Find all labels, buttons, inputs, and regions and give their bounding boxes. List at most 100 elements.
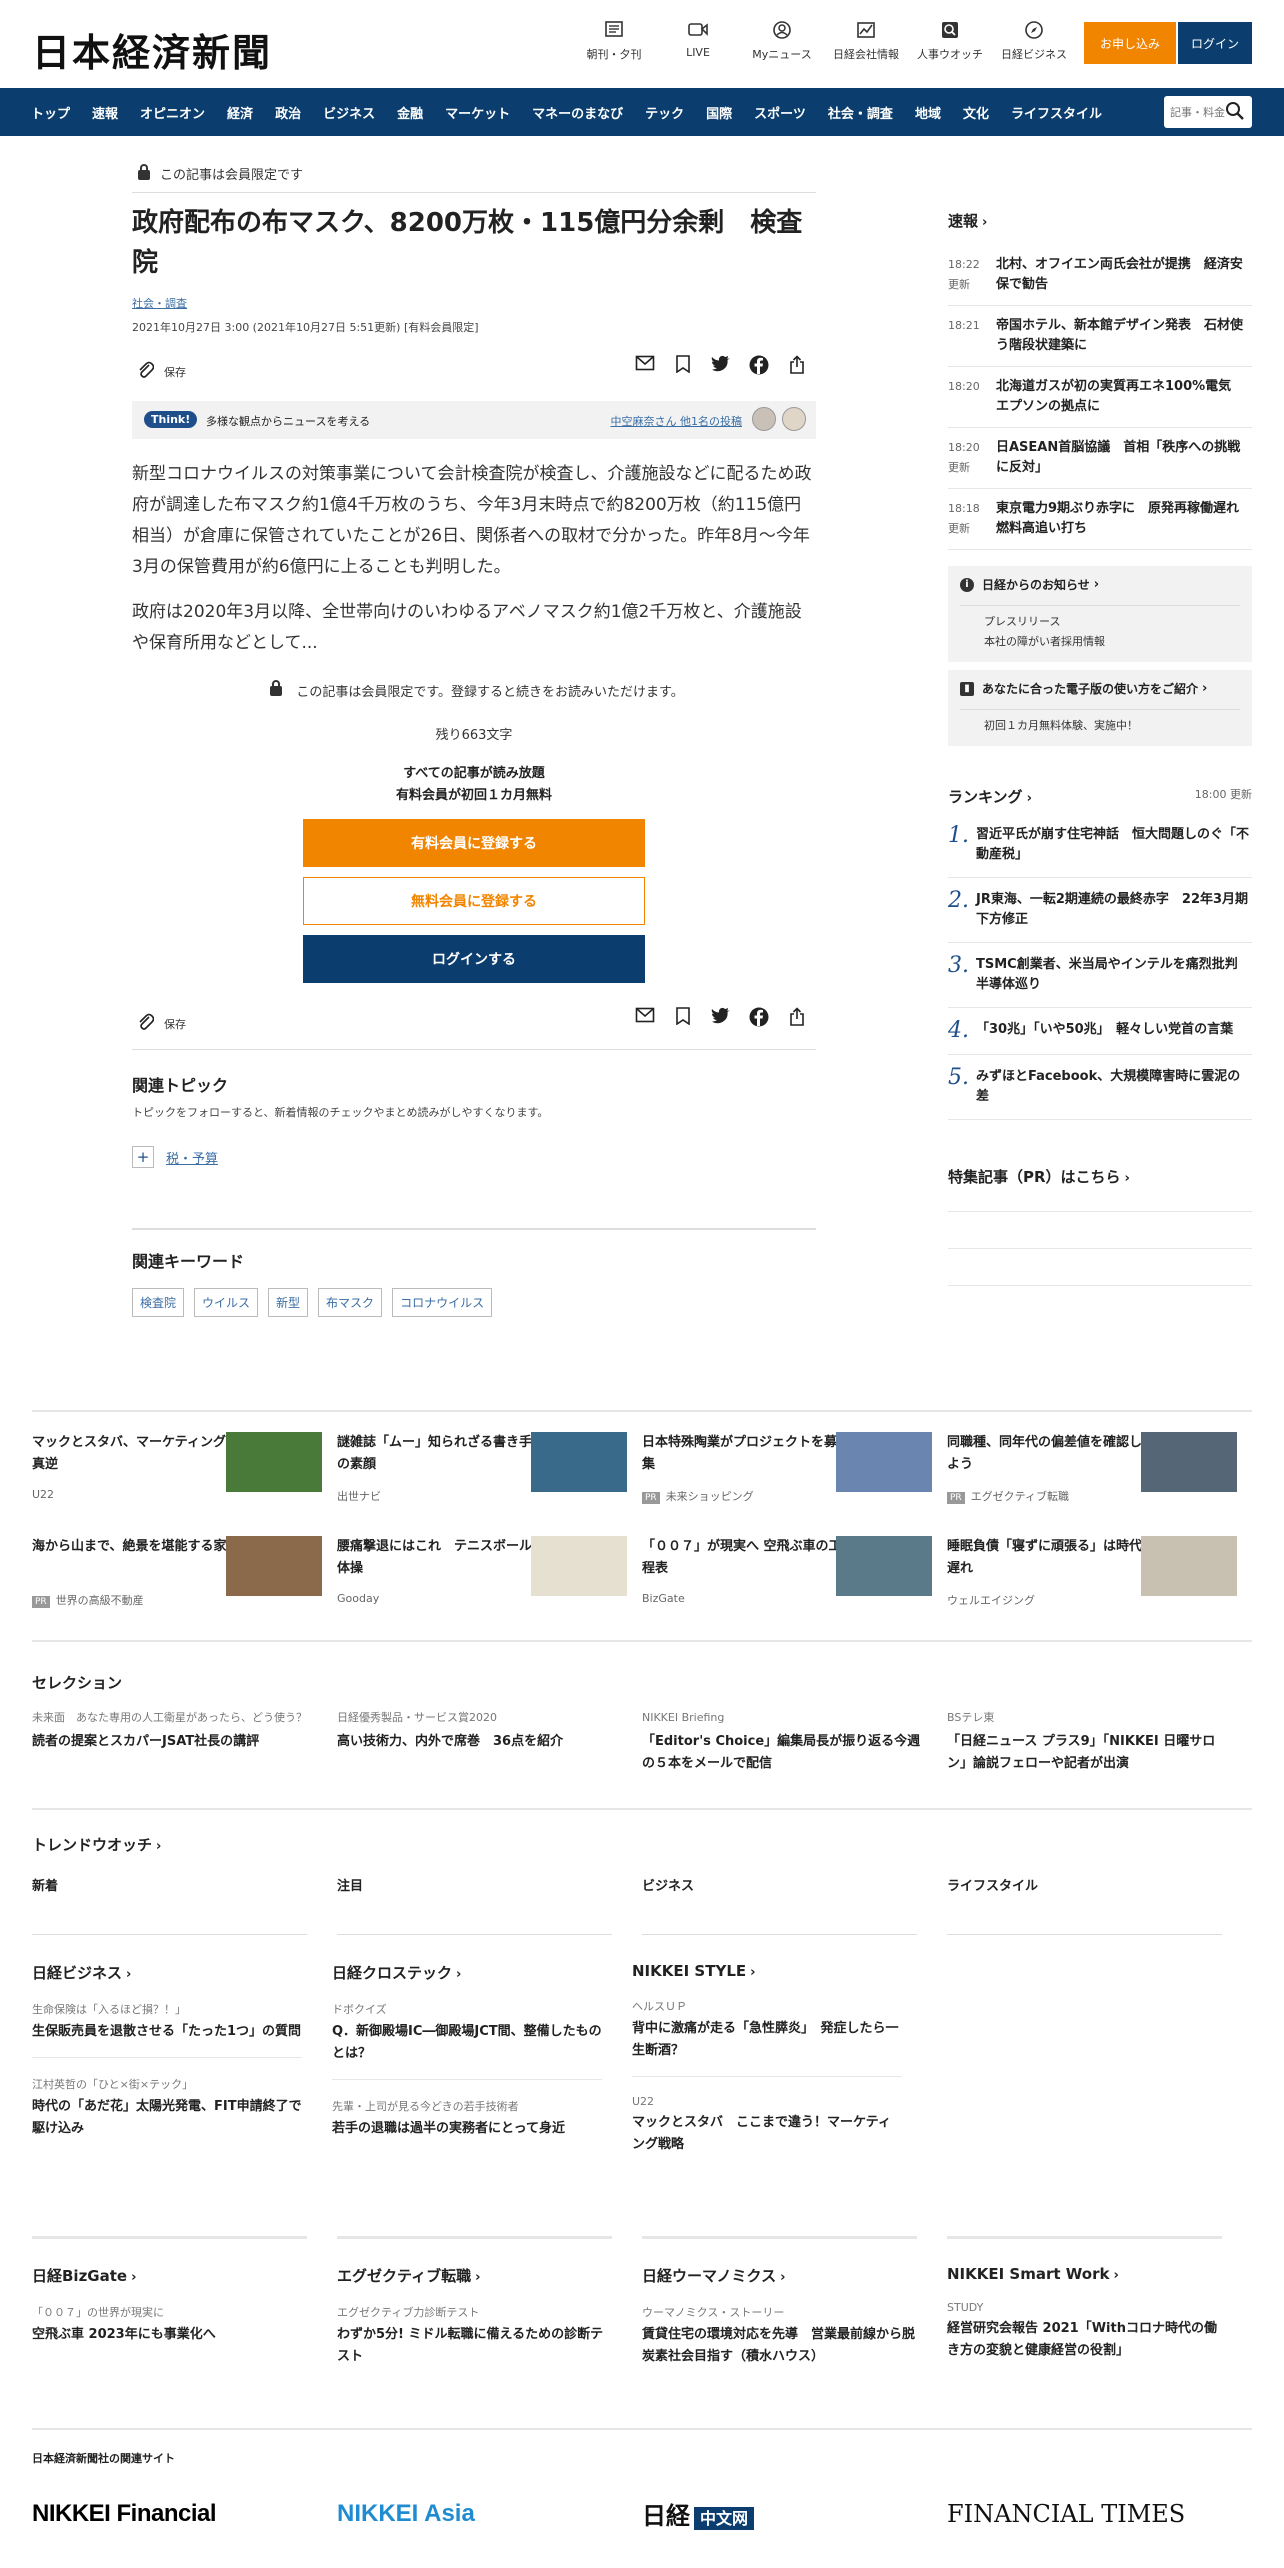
sokuho-heading[interactable]: 速報 › (948, 210, 1252, 231)
selection-item[interactable]: NIKKEI Briefing 「Editor's Choice」編集局長が振り返… (642, 1709, 947, 1775)
save-button[interactable]: 保存 (136, 1011, 186, 1036)
selection-item[interactable]: 未来面 あなた専用の人工衛星があったら、どう使う？ 読者の提案とスカパーJSAT社… (32, 1709, 337, 1775)
media-article-title[interactable]: 生保販売員を退散させる「たった1つ」の質問 (32, 2021, 302, 2043)
nikkei-chinese-logo[interactable]: 日経 中文网 (642, 2496, 947, 2531)
header-link-jinji[interactable]: 人事ウオッチ (908, 20, 992, 62)
bookmark-icon[interactable] (664, 1007, 702, 1032)
topic-link[interactable]: 税・予算 (166, 1148, 218, 1167)
ad-card[interactable]: 腰痛撃退にはこれ テニスボール体操 Gooday (337, 1536, 642, 1622)
news-item[interactable]: 18:22 更新 北村、オフイエン両氏会社が提携 経済安保で勧告 (948, 245, 1252, 306)
site-logo[interactable]: 日本経済新聞 (32, 22, 272, 77)
keyword-tag[interactable]: 布マスク (318, 1288, 383, 1317)
digital-heading[interactable]: ▮ あなたに合った電子版の使い方をご紹介 › (960, 680, 1240, 697)
nav-search[interactable] (1164, 96, 1252, 128)
twitter-icon[interactable] (702, 355, 740, 380)
nav-item[interactable]: ライフスタイル (1000, 103, 1113, 122)
media-article-title[interactable]: 時代の「あだ花」太陽光発電、FIT申請終了で駆け込み (32, 2096, 302, 2140)
keyword-tag[interactable]: ウイルス (194, 1288, 259, 1317)
media-article-title[interactable]: 若手の退職は過半の実務者にとって身近 (332, 2118, 602, 2140)
media-article-title[interactable]: 背中に激痛が走る「急性膵炎」 発症したら一生断酒？ (632, 2018, 902, 2062)
ranking-item[interactable]: 3. TSMC創業者、米当局やインテルを痛烈批判 半導体巡り (948, 943, 1252, 1008)
media-article-title[interactable]: 経営研究会報告 2021「Withコロナ時代の働き方の変貌と健康経営の役割」 (947, 2318, 1222, 2362)
keyword-tag[interactable]: 検査院 (132, 1288, 185, 1317)
trend-tab[interactable]: 新着 (32, 1875, 337, 1894)
selection-item[interactable]: 日経優秀製品・サービス賞2020 高い技術力、内外で席巻 36点を紹介 (337, 1709, 642, 1775)
nav-item[interactable]: スポーツ (743, 103, 817, 122)
info-link[interactable]: プレスリリース (984, 612, 1240, 632)
mail-icon[interactable] (626, 1007, 664, 1032)
apply-button[interactable]: お申し込み (1084, 22, 1176, 64)
plus-icon[interactable]: + (132, 1146, 154, 1168)
header-link-nikkei-business[interactable]: 日経ビジネス (992, 20, 1076, 62)
ranking-item[interactable]: 1. 習近平氏が崩す住宅神話 恒大問題しのぐ「不動産税」 (948, 813, 1252, 878)
ad-card[interactable]: 日本特殊陶業がプロジェクトを募集 PR 未来ショッピング (642, 1432, 947, 1518)
ad-card[interactable]: マックとスタバ、マーケティング真逆 U22 (32, 1432, 337, 1518)
header-link-mynews[interactable]: Myニュース (740, 20, 824, 62)
article-category-link[interactable]: 社会・調査 (132, 295, 816, 311)
register-free-button[interactable]: 無料会員に登録する (303, 877, 645, 925)
media-article-title[interactable]: Q．新御殿場IC―御殿場JCT間、整備したものとは？ (332, 2021, 602, 2065)
ranking-item[interactable]: 2. JR東海、一転2期連続の最終赤字 22年3月期下方修正 (948, 878, 1252, 943)
nav-item[interactable]: ビジネス (312, 103, 386, 122)
selection-item[interactable]: BSテレ東 「日経ニュース プラス9」「NIKKEI 日曜サロン」論説フェローや記… (947, 1709, 1252, 1775)
nav-item[interactable]: 速報 (81, 103, 129, 122)
media-article-title[interactable]: 空飛ぶ車 2023年にも事業化へ (32, 2324, 307, 2346)
save-button[interactable]: 保存 (136, 359, 186, 384)
pr-heading[interactable]: 特集記事（PR）はこちら › (948, 1166, 1252, 1187)
nav-item[interactable]: 文化 (952, 103, 1000, 122)
media-article-title[interactable]: マックとスタバ ここまで違う！マーケティング戦略 (632, 2112, 902, 2156)
think-link[interactable]: 中空麻奈さん 他1名の投稿 (611, 413, 743, 429)
share-icon[interactable] (778, 355, 816, 380)
media-heading[interactable]: 日経ウーマノミクス › (642, 2265, 917, 2286)
nav-item[interactable]: マーケット (434, 103, 521, 122)
ad-card[interactable]: 睡眠負債「寝ずに頑張る」は時代遅れ ウェルエイジング (947, 1536, 1252, 1622)
nav-item[interactable]: マネーのまなび (521, 103, 634, 122)
media-heading[interactable]: 日経クロステック › (332, 1962, 602, 1983)
bookmark-icon[interactable] (664, 355, 702, 380)
nikkei-financial-logo[interactable]: NIKKEI Financial (32, 2500, 337, 2528)
nav-item[interactable]: テック (634, 103, 695, 122)
twitter-icon[interactable] (702, 1007, 740, 1032)
keyword-tag[interactable]: コロナウイルス (392, 1288, 493, 1317)
think-bar[interactable]: Think! 多様な観点からニュースを考える 中空麻奈さん 他1名の投稿 (132, 401, 816, 439)
media-article-title[interactable]: 賃貸住宅の環境対応を先導 営業最前線から脱炭素社会目指す（積水ハウス） (642, 2324, 917, 2368)
ad-card[interactable]: 海から山まで、絶景を堪能する家 PR 世界の高級不動産 (32, 1536, 337, 1622)
media-heading[interactable]: エグゼクティブ転職 › (337, 2265, 612, 2286)
header-link-live[interactable]: LIVE (656, 20, 740, 62)
financial-times-logo[interactable]: FINANCIAL TIMES (947, 2500, 1252, 2528)
media-article-title[interactable]: わずか5分! ミドル転職に備えるための診断テスト (337, 2324, 612, 2368)
nav-item[interactable]: 地域 (904, 103, 952, 122)
share-icon[interactable] (778, 1007, 816, 1032)
trend-tab[interactable]: 注目 (337, 1875, 642, 1894)
media-heading[interactable]: 日経BizGate › (32, 2265, 307, 2286)
facebook-icon[interactable] (740, 355, 778, 380)
info-link[interactable]: 本社の障がい者採用情報 (984, 632, 1240, 652)
nav-item[interactable]: 国際 (695, 103, 743, 122)
keyword-tag[interactable]: 新型 (268, 1288, 309, 1317)
ad-card[interactable]: 同職種、同年代の偏差値を確認しよう PR エグゼクティブ転職 (947, 1432, 1252, 1518)
header-link-paper[interactable]: 朝刊・夕刊 (572, 20, 656, 62)
search-icon[interactable] (1224, 100, 1246, 122)
media-heading[interactable]: NIKKEI Smart Work › (947, 2265, 1222, 2283)
trend-heading[interactable]: トレンドウオッチ › (32, 1834, 1252, 1855)
mail-icon[interactable] (626, 355, 664, 380)
nav-item[interactable]: オピニオン (129, 103, 216, 122)
media-heading[interactable]: NIKKEI STYLE › (632, 1962, 902, 1980)
news-item[interactable]: 18:20 更新 日ASEAN首脳協議 首相「秩序への挑戦に反対」 (948, 428, 1252, 489)
nav-item[interactable]: トップ (20, 103, 81, 122)
facebook-icon[interactable] (740, 1007, 778, 1032)
news-item[interactable]: 18:18 更新 東京電力9期ぶり赤字に 原発再稼働遅れ燃料高追い打ち (948, 489, 1252, 550)
search-input[interactable] (1170, 102, 1226, 122)
topic-follow[interactable]: + 税・予算 (132, 1146, 816, 1168)
news-item[interactable]: 18:20 北海道ガスが初の実質再エネ100%電気 エプソンの拠点に (948, 367, 1252, 428)
trend-tab[interactable]: ライフスタイル (947, 1875, 1252, 1894)
ranking-heading[interactable]: ランキング › (948, 786, 1032, 807)
info-heading[interactable]: i 日経からのお知らせ › (960, 576, 1240, 593)
login-button[interactable]: ログイン (1178, 22, 1252, 64)
news-item[interactable]: 18:21 帝国ホテル、新本館デザイン発表 石材使う階段状建築に (948, 306, 1252, 367)
header-link-company-info[interactable]: 日経会社情報 (824, 20, 908, 62)
nav-item[interactable]: 政治 (264, 103, 312, 122)
nikkei-asia-logo[interactable]: NIKKEI Asia (337, 2500, 642, 2528)
media-heading[interactable]: 日経ビジネス › (32, 1962, 302, 1983)
nav-item[interactable]: 経済 (216, 103, 264, 122)
